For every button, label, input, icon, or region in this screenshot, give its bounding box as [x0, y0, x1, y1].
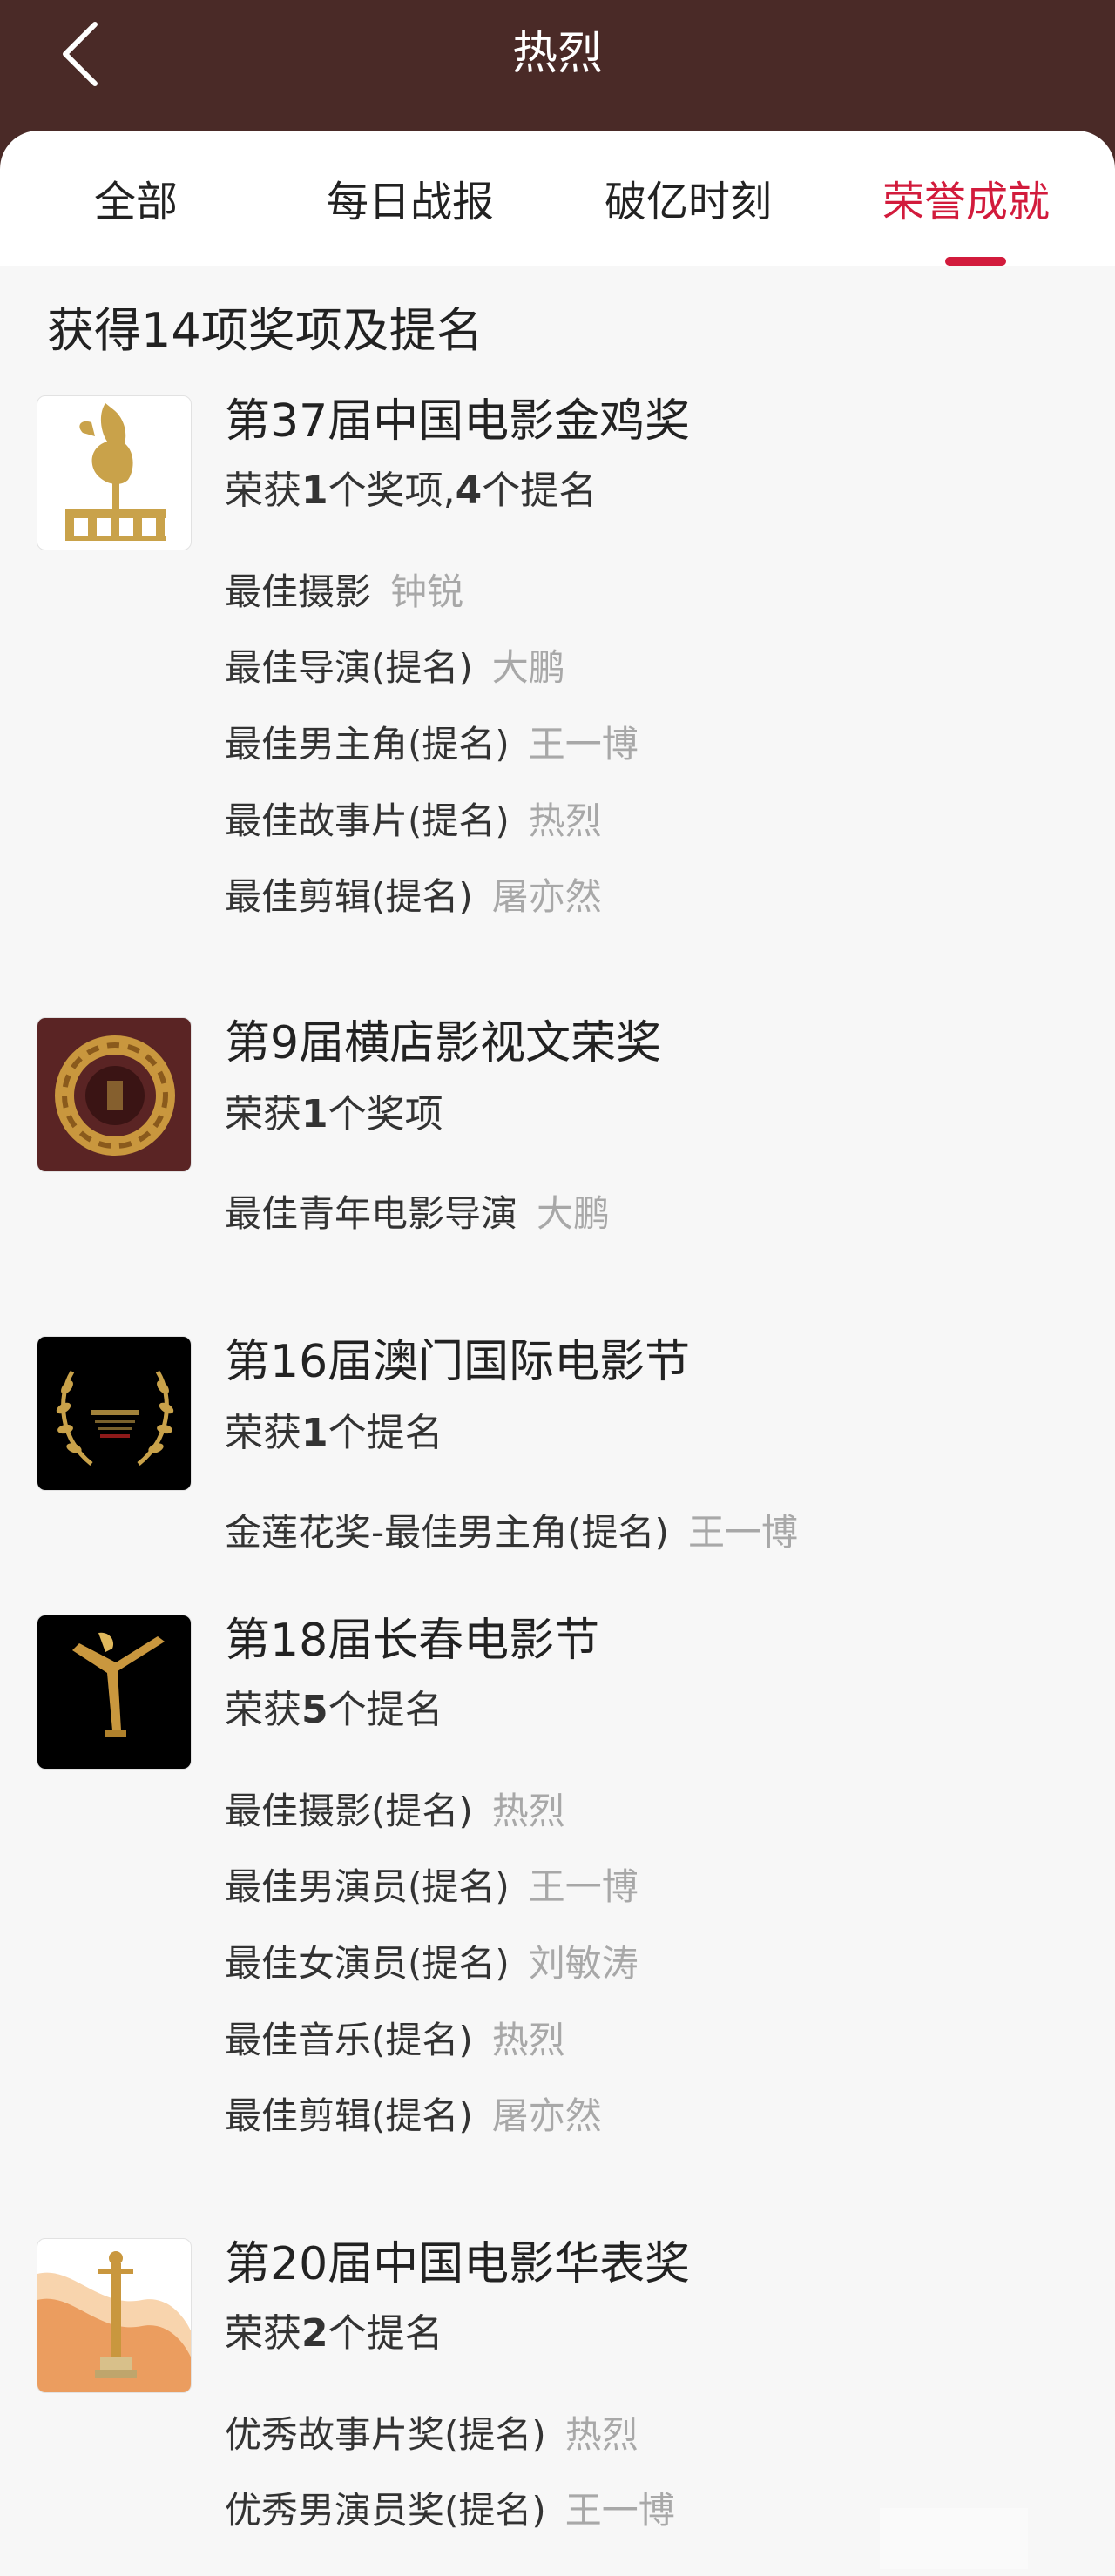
award-item: 最佳音乐(提名) 热烈 — [225, 2019, 565, 2061]
award-name: 第16届澳门国际电影节 — [225, 1336, 691, 1388]
tab-all[interactable]: 全部 — [94, 174, 178, 230]
award-item: 优秀男演员奖(提名) 王一博 — [225, 2489, 675, 2532]
award-item: 优秀故事片奖(提名) 热烈 — [225, 2413, 639, 2456]
award-item: 最佳摄影(提名) 热烈 — [225, 1790, 565, 1832]
award-result: 荣获1个提名 — [225, 1411, 443, 1455]
award-result: 荣获2个提名 — [225, 2311, 443, 2356]
award-result: 荣获1个奖项,4个提名 — [225, 469, 598, 513]
award-item: 最佳剪辑(提名) 屠亦然 — [225, 2094, 602, 2137]
tab-daily-report[interactable]: 每日战报 — [327, 174, 494, 230]
award-item: 最佳青年电影导演 大鹏 — [225, 1192, 611, 1235]
watermark-area — [880, 2508, 1028, 2569]
award-item: 最佳男主角(提名) 王一博 — [225, 723, 639, 765]
golden-rooster-trophy-icon — [37, 395, 192, 550]
award-result: 荣获5个提名 — [225, 1688, 443, 1732]
tab-billion-moments[interactable]: 破亿时刻 — [605, 174, 772, 230]
award-item: 最佳导演(提名) 大鹏 — [225, 646, 565, 689]
page-title: 热烈 — [511, 28, 603, 80]
macau-laurel-icon — [37, 1336, 192, 1491]
award-item: 最佳男演员(提名) 王一博 — [225, 1865, 639, 1908]
award-item: 最佳女演员(提名) 刘敏涛 — [225, 1942, 639, 1985]
hengdian-trophy-icon — [37, 1017, 192, 1172]
changchun-trophy-icon — [37, 1615, 192, 1770]
tab-honors[interactable]: 荣誉成就 — [882, 174, 1050, 230]
awards-summary: 获得14项奖项及提名 — [47, 303, 483, 358]
award-item: 金莲花奖-最佳男主角(提名) 王一博 — [225, 1511, 798, 1554]
award-item: 最佳摄影 钟锐 — [225, 570, 464, 613]
award-name: 第9届横店影视文荣奖 — [225, 1017, 662, 1069]
award-name: 第20届中国电影华表奖 — [225, 2238, 691, 2290]
active-tab-indicator — [945, 257, 1006, 266]
award-item: 最佳故事片(提名) 热烈 — [225, 799, 602, 842]
award-result: 荣获1个奖项 — [225, 1092, 443, 1136]
award-name: 第37届中国电影金鸡奖 — [225, 395, 691, 448]
huabiao-pillar-icon — [37, 2238, 192, 2393]
award-name: 第18届长春电影节 — [225, 1615, 600, 1667]
tab-bar: 全部 每日战报 破亿时刻 荣誉成就 — [0, 131, 1115, 266]
award-item: 最佳剪辑(提名) 屠亦然 — [225, 875, 602, 918]
